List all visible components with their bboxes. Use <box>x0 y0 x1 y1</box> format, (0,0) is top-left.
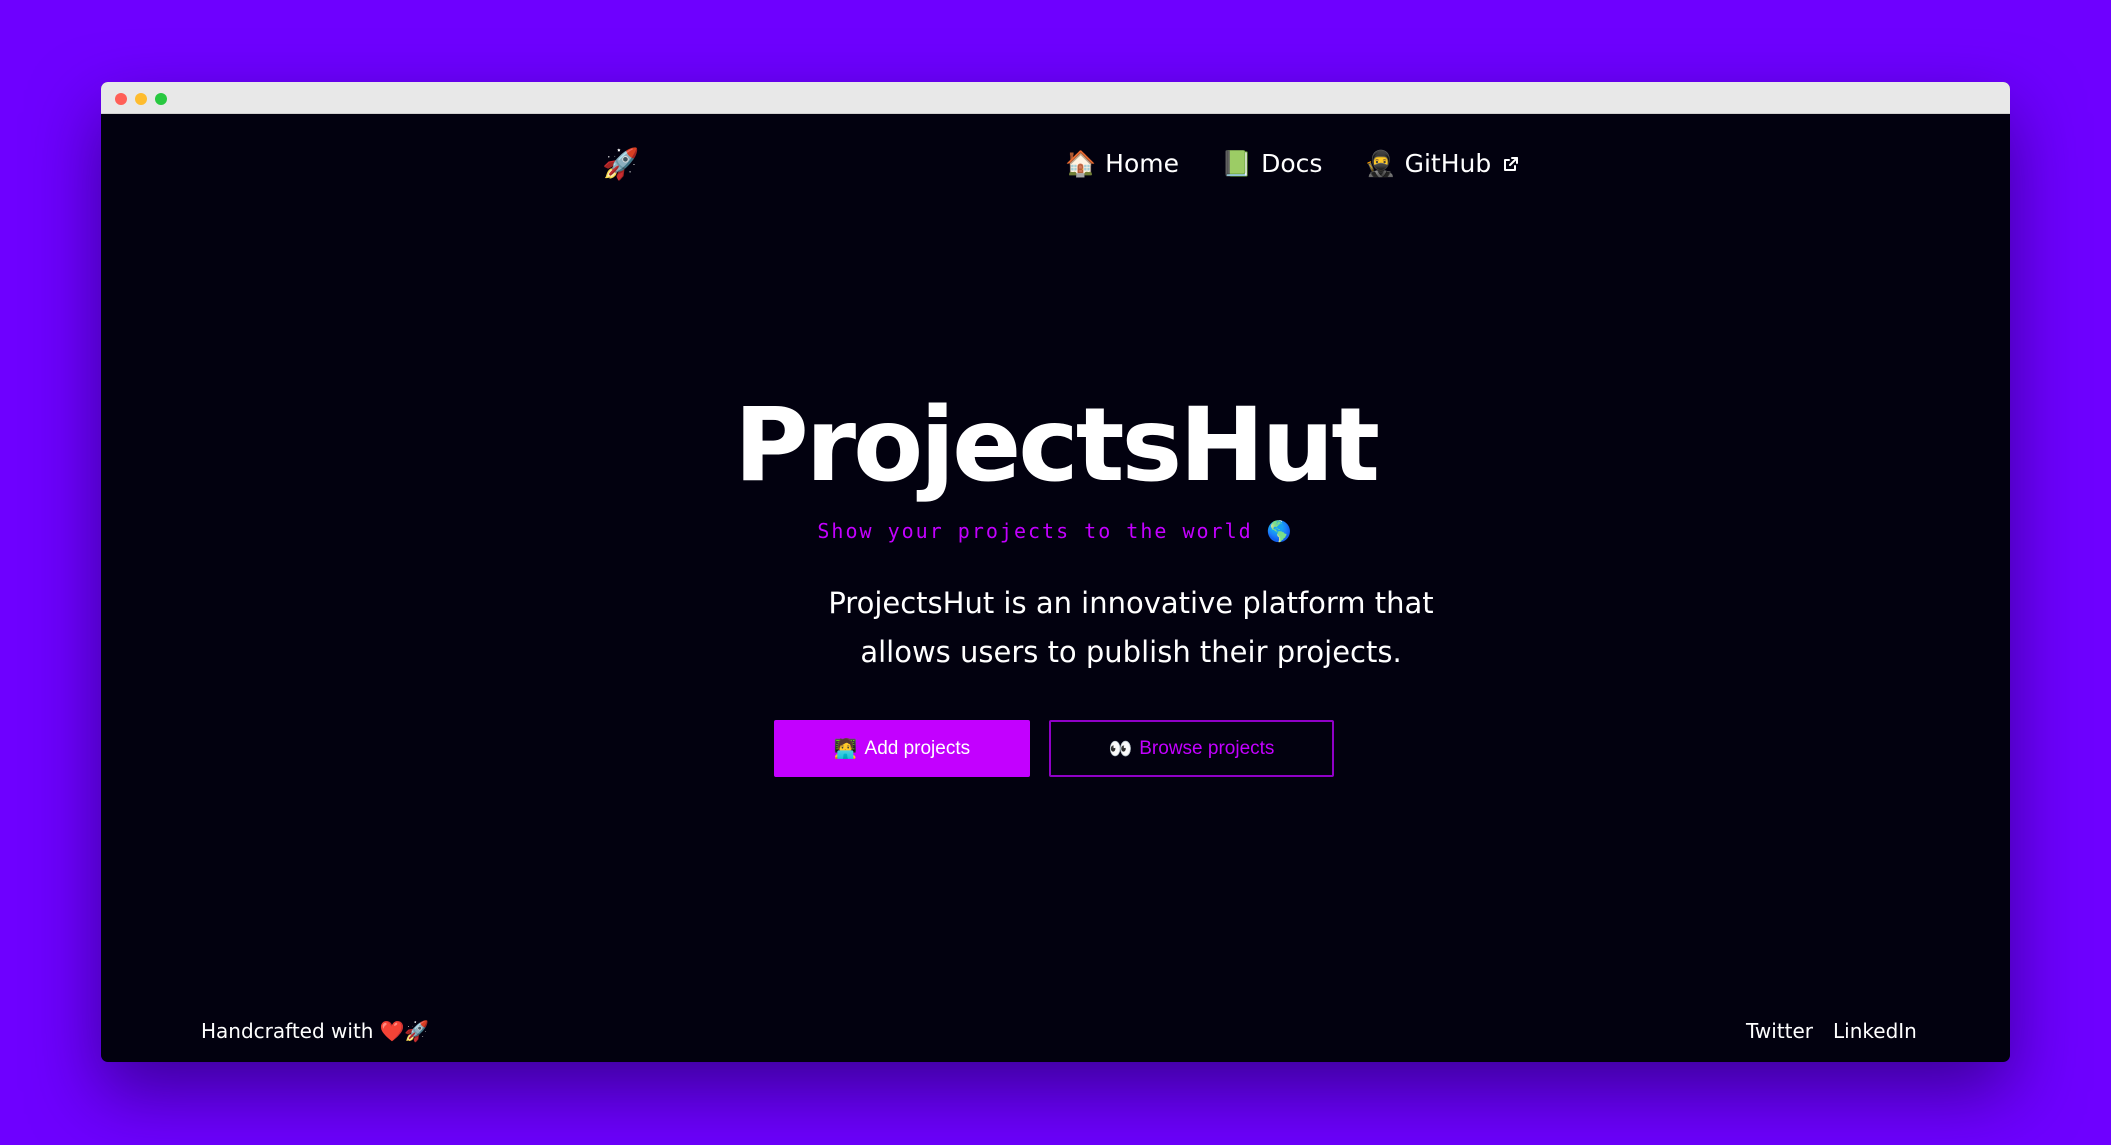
nav-github-label: GitHub <box>1404 149 1492 178</box>
house-icon: 🏠 <box>1065 149 1097 178</box>
browser-window: 🚀 🏠 Home 📗 Docs 🥷 GitHub ProjectsHut Sho… <box>101 82 2010 1062</box>
nav-home-label: Home <box>1105 149 1179 178</box>
maximize-window-button[interactable] <box>155 93 167 105</box>
browse-projects-button[interactable]: 👀 Browse projects <box>1049 720 1334 777</box>
twitter-link[interactable]: Twitter <box>1746 1017 1813 1045</box>
close-window-button[interactable] <box>115 93 127 105</box>
ninja-icon: 🥷 <box>1364 149 1396 178</box>
browse-projects-label: Browse projects <box>1139 737 1275 759</box>
nav-github-link[interactable]: 🥷 GitHub <box>1364 148 1519 180</box>
main-navigation: 🏠 Home 📗 Docs 🥷 GitHub <box>1065 148 1519 180</box>
footer-credit: Handcrafted with ❤️🚀 <box>201 1017 429 1045</box>
external-link-icon <box>1504 157 1519 171</box>
footer-credit-text: Handcrafted with <box>201 1019 374 1043</box>
green-book-icon: 📗 <box>1220 149 1253 178</box>
hero-subtitle: Show your projects to the world 🌎 <box>817 519 1294 543</box>
rocket-logo-icon[interactable]: 🚀 <box>602 145 639 185</box>
nav-docs-link[interactable]: 📗 Docs <box>1221 148 1322 180</box>
hero-description: ProjectsHut is an innovative platform th… <box>828 586 1434 669</box>
eyes-icon: 👀 <box>1108 738 1133 760</box>
window-titlebar <box>101 82 2010 114</box>
technologist-icon: 🧑‍💻 <box>833 738 858 760</box>
hero-title: ProjectsHut <box>734 386 1380 505</box>
linkedin-link[interactable]: LinkedIn <box>1833 1017 1917 1045</box>
add-projects-label: Add projects <box>864 737 971 759</box>
footer-links: Twitter LinkedIn <box>1746 1017 1917 1045</box>
add-projects-button[interactable]: 🧑‍💻 Add projects <box>774 720 1030 777</box>
nav-docs-label: Docs <box>1261 149 1323 178</box>
minimize-window-button[interactable] <box>135 93 147 105</box>
page-content: 🚀 🏠 Home 📗 Docs 🥷 GitHub ProjectsHut Sho… <box>101 114 2010 1062</box>
heart-rocket-icon: ❤️🚀 <box>379 1019 430 1043</box>
nav-home-link[interactable]: 🏠 Home <box>1065 148 1179 180</box>
